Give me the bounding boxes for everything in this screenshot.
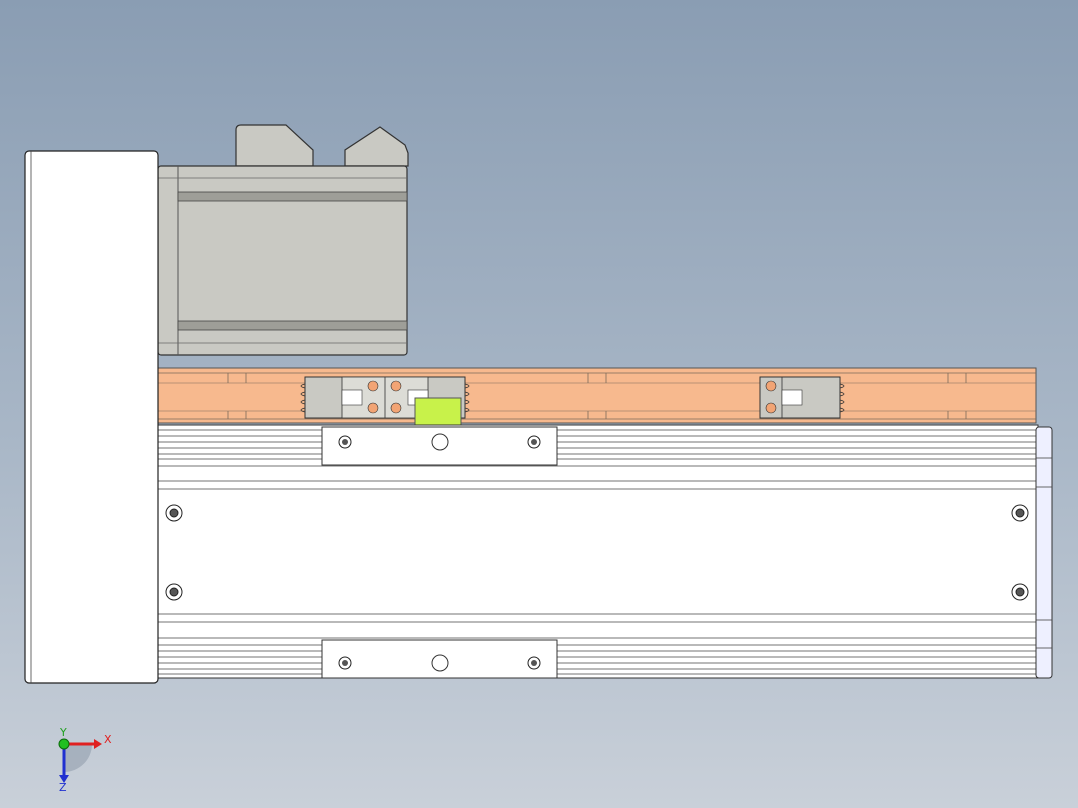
right-end-cap[interactable] <box>1035 426 1053 679</box>
x-axis-label: X <box>104 733 112 746</box>
motor-groove-bottom <box>177 320 408 331</box>
motor-mount-plate[interactable] <box>24 150 159 684</box>
triad-shade <box>64 744 92 772</box>
carriage-highlight-block[interactable] <box>414 397 462 426</box>
slider-plate-top[interactable] <box>321 426 558 466</box>
y-axis-label: Y <box>59 726 67 739</box>
motor-connector-left <box>235 124 314 167</box>
slider-plate-bottom[interactable] <box>321 639 558 679</box>
motor-connector-right <box>344 126 409 167</box>
orientation-triad: X Y Z <box>58 726 112 792</box>
linear-actuator-model[interactable] <box>0 0 1078 808</box>
motor-groove-top <box>177 191 408 202</box>
servo-motor[interactable] <box>157 124 409 356</box>
cad-graphics-viewport[interactable]: X Y Z <box>0 0 1078 808</box>
z-axis-label: Z <box>59 781 67 792</box>
base-profile[interactable] <box>157 424 1039 679</box>
cover-strip[interactable] <box>157 367 1037 424</box>
belt-clamp-right[interactable] <box>759 376 845 419</box>
y-axis-dot <box>58 738 70 750</box>
